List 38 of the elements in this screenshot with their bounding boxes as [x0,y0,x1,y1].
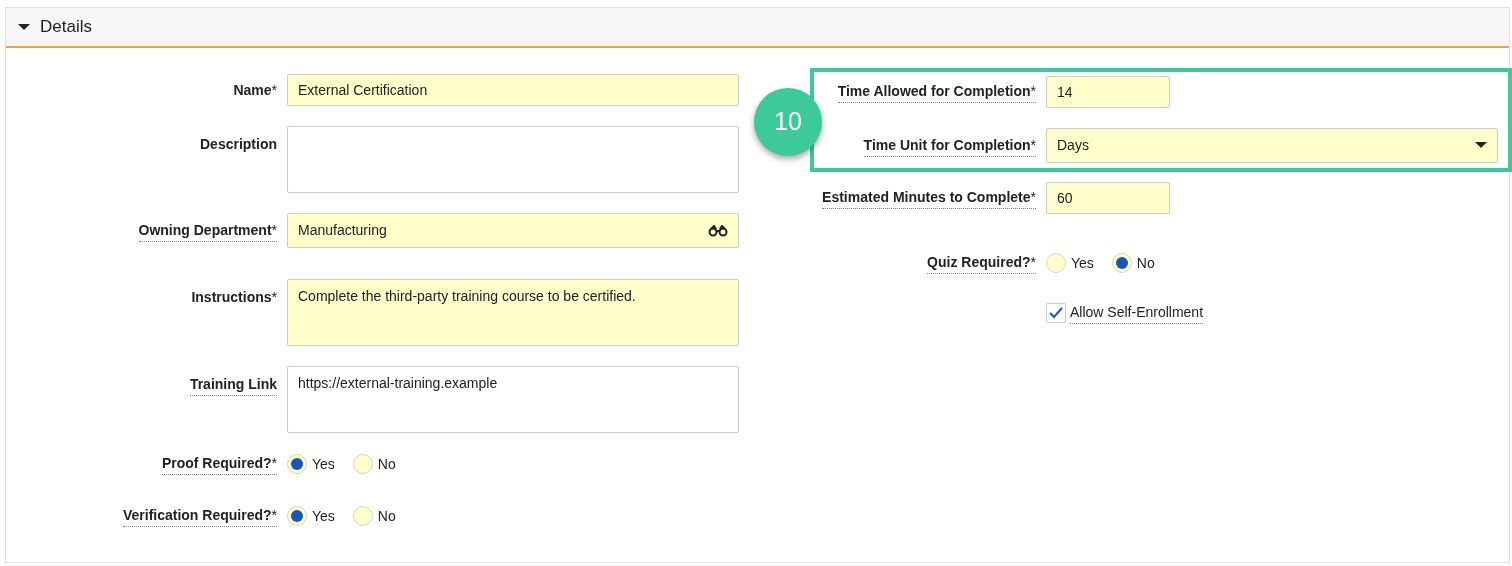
check-icon [1049,307,1063,319]
radio-label[interactable]: Yes [1071,252,1094,274]
radio-label[interactable]: No [377,453,396,475]
text-field[interactable]: 14 [1046,76,1170,108]
dropdown[interactable]: Days [1046,128,1498,163]
field-label: Owning Department* [138,219,277,242]
radio-button[interactable] [287,454,307,474]
step-badge: 10 [754,88,822,156]
radio-label[interactable]: Yes [312,505,335,527]
field-label: Training Link [189,374,277,396]
section-header[interactable]: Details [6,8,1509,48]
field-label: Name* [233,80,277,100]
radio-button[interactable] [1046,253,1066,273]
field-label: Verification Required?* [122,505,277,527]
binoculars-icon [708,224,728,237]
radio-button[interactable] [1111,253,1132,273]
radio-button[interactable] [352,506,373,526]
checkbox[interactable] [1046,303,1066,323]
field-label: Proof Required?* [161,453,277,475]
field-label: Description [200,135,277,154]
field-label: Time Allowed for Completion* [837,81,1036,103]
checkbox-label[interactable]: Allow Self-Enrollment [1070,302,1204,324]
text-area[interactable]: https://external-training.example [287,366,739,433]
field-label: Time Unit for Completion* [863,134,1036,157]
field-label: Instructions* [191,288,277,307]
lookup-field[interactable]: Manufacturing [287,213,739,248]
section-title: Details [40,16,92,39]
text-field[interactable]: External Certification [287,74,739,106]
radio-label[interactable]: No [377,505,396,527]
radio-label[interactable]: Yes [312,453,335,475]
field-label: Estimated Minutes to Complete* [822,187,1036,209]
caret-icon [1475,142,1487,149]
field-label: Quiz Required?* [927,252,1036,274]
radio-button[interactable] [352,454,373,474]
text-area[interactable]: Complete the third-party training course to be certified. [287,279,739,346]
radio-button[interactable] [287,506,307,526]
radio-label[interactable]: No [1136,252,1155,274]
text-field[interactable]: 60 [1046,182,1170,214]
